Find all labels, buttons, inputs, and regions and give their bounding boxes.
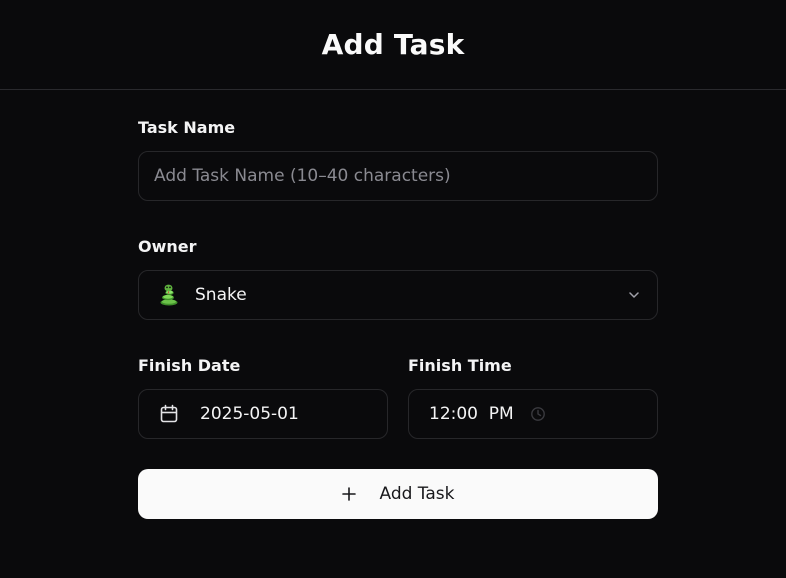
finish-time-field[interactable]: 12:00 PM xyxy=(408,389,658,439)
task-name-input[interactable] xyxy=(139,166,657,186)
owner-label: Owner xyxy=(138,237,197,256)
finish-date-column: Finish Date 2025-05-01 xyxy=(138,356,388,439)
finish-date-value[interactable]: 2025-05-01 xyxy=(200,404,299,424)
finish-row: Finish Date 2025-05-01 Finish Time 12:00… xyxy=(138,356,658,439)
finish-date-label: Finish Date xyxy=(138,356,241,375)
finish-time-value[interactable]: 12:00 PM xyxy=(429,404,514,424)
task-name-label: Task Name xyxy=(138,118,236,137)
chevron-down-icon xyxy=(629,292,639,298)
add-task-form: Task Name Owner Snake Finish xyxy=(138,90,658,519)
owner-selected-value: Snake xyxy=(157,283,247,307)
add-task-button-label: Add Task xyxy=(379,484,455,504)
plus-icon xyxy=(342,487,357,501)
finish-date-field[interactable]: 2025-05-01 xyxy=(138,389,388,439)
task-name-field[interactable] xyxy=(138,151,658,201)
owner-select[interactable]: Snake xyxy=(138,270,658,320)
finish-time-label: Finish Time xyxy=(408,356,512,375)
clock-icon[interactable] xyxy=(530,406,546,422)
owner-selected-label: Snake xyxy=(195,285,247,305)
finish-time-column: Finish Time 12:00 PM xyxy=(408,356,658,439)
page-title: Add Task xyxy=(321,28,465,61)
snake-emoji-icon xyxy=(160,284,178,306)
page-header: Add Task xyxy=(0,0,786,90)
add-task-button[interactable]: Add Task xyxy=(138,469,658,519)
calendar-icon[interactable] xyxy=(159,404,179,424)
